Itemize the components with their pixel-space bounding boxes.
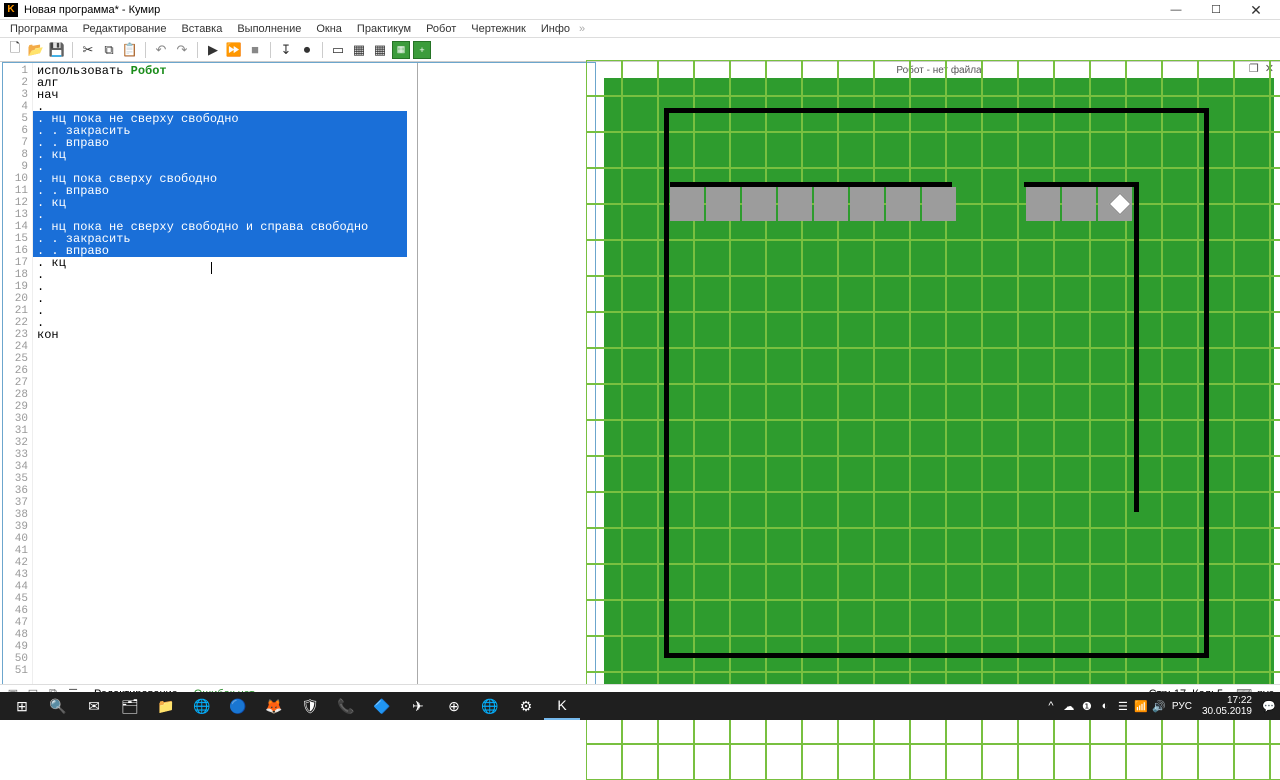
cut-icon[interactable]: ✂: [79, 41, 97, 59]
main-area: 1234567891011121314151617181920212223242…: [0, 62, 1280, 692]
toolbar-sep: [72, 42, 73, 58]
taskbar-app-10[interactable]: 🔷: [364, 692, 400, 720]
open-file-icon[interactable]: 📂: [27, 41, 45, 59]
code-editor[interactable]: 1234567891011121314151617181920212223242…: [2, 62, 596, 690]
toolbar-sep: [322, 42, 323, 58]
editor-right-pane: [417, 63, 595, 689]
tray-icon-6[interactable]: 🔊: [1152, 699, 1166, 713]
taskbar-clock[interactable]: 17:22 30.05.2019: [1198, 695, 1256, 717]
menu-practicum[interactable]: Практикум: [351, 21, 417, 37]
menu-edit[interactable]: Редактирование: [77, 21, 173, 37]
robot-field[interactable]: [604, 78, 1274, 690]
notifications-icon[interactable]: 💬: [1262, 699, 1276, 713]
region-icon[interactable]: ▭: [329, 41, 347, 59]
new-file-icon[interactable]: 🗋: [6, 41, 24, 59]
taskbar-app-5[interactable]: 🌐: [184, 692, 220, 720]
tray-icon-3[interactable]: ◐: [1098, 699, 1112, 713]
taskbar-app-15[interactable]: K: [544, 692, 580, 720]
taskbar-app-6[interactable]: 🔵: [220, 692, 256, 720]
taskbar-app-13[interactable]: 🌐: [472, 692, 508, 720]
menu-insert[interactable]: Вставка: [175, 21, 228, 37]
tray-icon-4[interactable]: ☰: [1116, 699, 1130, 713]
taskbar-app-9[interactable]: 📞: [328, 692, 364, 720]
add-green-icon[interactable]: +: [413, 41, 431, 59]
toolbar-sep: [197, 42, 198, 58]
step-icon[interactable]: ↧: [277, 41, 295, 59]
taskbar-app-3[interactable]: 🗂: [112, 692, 148, 720]
stop-icon[interactable]: ■: [246, 41, 264, 59]
taskbar-app-0[interactable]: ⊞: [4, 692, 40, 720]
taskbar-app-14[interactable]: ⚙: [508, 692, 544, 720]
line-gutter: 1234567891011121314151617181920212223242…: [3, 63, 33, 689]
paste-icon[interactable]: 📋: [121, 41, 139, 59]
redo-icon[interactable]: ↷: [173, 41, 191, 59]
taskbar: ⊞🔍✉🗂📁🌐🔵🦊🛡📞🔷✈⊕🌐⚙K ^☁❶◐☰📶🔊 РУС 17:22 30.05…: [0, 692, 1280, 720]
toolbar-sep: [270, 42, 271, 58]
taskbar-app-1[interactable]: 🔍: [40, 692, 76, 720]
taskbar-app-8[interactable]: 🛡: [292, 692, 328, 720]
close-button[interactable]: ✕: [1236, 0, 1276, 20]
tray-icon-2[interactable]: ❶: [1080, 699, 1094, 713]
taskbar-app-2[interactable]: ✉: [76, 692, 112, 720]
menu-drafter[interactable]: Чертежник: [465, 21, 532, 37]
menu-windows[interactable]: Окна: [310, 21, 348, 37]
maximize-button[interactable]: ☐: [1196, 0, 1236, 20]
grid1-icon[interactable]: ▦: [350, 41, 368, 59]
tray-icon-5[interactable]: 📶: [1134, 699, 1148, 713]
taskbar-app-11[interactable]: ✈: [400, 692, 436, 720]
toolbar: 🗋 📂 💾 ✂ ⧉ 📋 ↶ ↷ ▶ ⏩ ■ ↧ ⏺ ▭ ▦ ▦ ▦ +: [0, 38, 1280, 62]
taskbar-app-7[interactable]: 🦊: [256, 692, 292, 720]
window-title: Новая программа* - Кумир: [24, 4, 1156, 16]
taskbar-lang[interactable]: РУС: [1172, 701, 1192, 712]
menu-bar: Программа Редактирование Вставка Выполне…: [0, 20, 1280, 38]
run-all-icon[interactable]: ⏩: [225, 41, 243, 59]
menu-execute[interactable]: Выполнение: [231, 21, 307, 37]
toolbar-sep: [145, 42, 146, 58]
robot-window: Робот - нет файла ❐ ✕: [604, 62, 1274, 690]
grid-green-icon[interactable]: ▦: [392, 41, 410, 59]
tray-icon-0[interactable]: ^: [1044, 699, 1058, 713]
taskbar-app-4[interactable]: 📁: [148, 692, 184, 720]
grid2-icon[interactable]: ▦: [371, 41, 389, 59]
record-icon[interactable]: ⏺: [298, 41, 316, 59]
copy-icon[interactable]: ⧉: [100, 41, 118, 59]
app-icon: K: [4, 3, 18, 17]
save-file-icon[interactable]: 💾: [48, 41, 66, 59]
menu-info[interactable]: Инфо: [535, 21, 576, 37]
title-bar: K Новая программа* - Кумир — ☐ ✕: [0, 0, 1280, 20]
code-area[interactable]: использовать Роботалгнач.. нц пока не св…: [33, 63, 417, 689]
text-cursor: [211, 262, 212, 274]
clock-time: 17:22: [1202, 695, 1252, 706]
run-icon[interactable]: ▶: [204, 41, 222, 59]
menu-overflow-icon: »: [579, 23, 585, 35]
clock-date: 30.05.2019: [1202, 706, 1252, 717]
menu-program[interactable]: Программа: [4, 21, 74, 37]
minimize-button[interactable]: —: [1156, 0, 1196, 20]
taskbar-app-12[interactable]: ⊕: [436, 692, 472, 720]
undo-icon[interactable]: ↶: [152, 41, 170, 59]
tray-icon-1[interactable]: ☁: [1062, 699, 1076, 713]
menu-robot[interactable]: Робот: [420, 21, 462, 37]
